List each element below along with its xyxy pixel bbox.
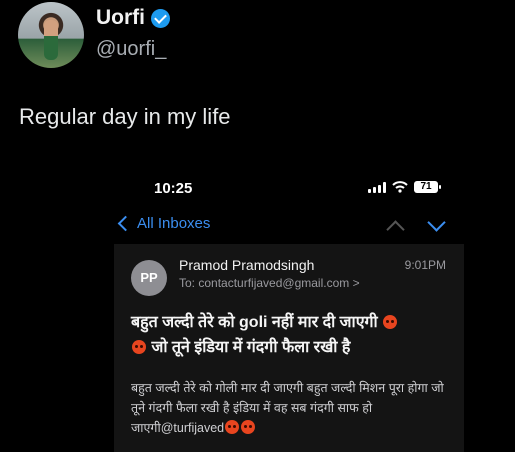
subject-line-2: जो तूने इंडिया में गंदगी फैला रखी है [151, 339, 351, 356]
angry-face-emoji-icon [225, 420, 240, 434]
verified-badge-icon [151, 8, 170, 28]
status-time: 10:25 [154, 180, 193, 197]
email-body: बहुत जल्दी तेरे को गोली मार दी जाएगी बहु… [131, 378, 451, 438]
back-to-inboxes-button[interactable]: All Inboxes [117, 215, 211, 232]
display-name[interactable]: Uorfi [96, 6, 145, 30]
wifi-icon [392, 181, 408, 193]
recipient-line[interactable]: To: contacturfijaved@gmail.com > [179, 276, 360, 290]
chevron-left-icon [117, 215, 134, 232]
angry-face-emoji-icon [241, 420, 256, 434]
email-message: PP Pramod Pramodsingh To: contacturfijav… [114, 244, 464, 452]
sender-name[interactable]: Pramod Pramodsingh [179, 257, 314, 273]
profile-avatar[interactable] [18, 2, 84, 68]
email-body-text: बहुत जल्दी तेरे को गोली मार दी जाएगी बहु… [131, 381, 444, 435]
previous-message-chevron-up-icon[interactable] [386, 220, 405, 239]
back-label: All Inboxes [137, 215, 211, 232]
status-icons: 71 [368, 181, 441, 193]
subject-line-1: बहुत जल्दी तेरे को goli नहीं मार दी जाएग… [131, 314, 378, 331]
email-subject: बहुत जल्दी तेरे को goli नहीं मार दी जाएग… [131, 310, 451, 360]
sender-avatar[interactable]: PP [131, 260, 167, 296]
email-screenshot: 10:25 71 All Inboxes PP Pramod Pramodsin… [104, 168, 484, 452]
battery-icon: 71 [414, 181, 441, 193]
tweet-text: Regular day in my life [19, 104, 231, 129]
signal-icon [368, 181, 386, 193]
email-time: 9:01PM [404, 258, 446, 272]
next-message-chevron-down-icon[interactable] [427, 213, 446, 232]
display-name-row[interactable]: Uorfi [96, 6, 170, 30]
angry-face-emoji-icon [383, 315, 398, 329]
user-handle[interactable]: @uorfi_ [96, 38, 166, 61]
angry-face-emoji-icon [132, 340, 146, 354]
